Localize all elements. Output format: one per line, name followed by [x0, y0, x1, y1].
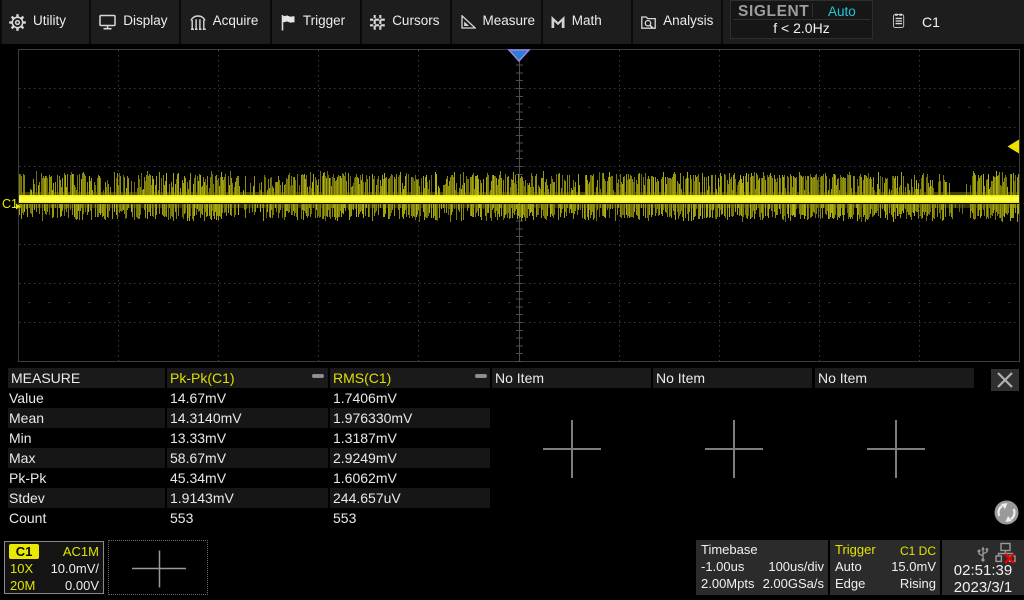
- svg-text:C1: C1: [2, 197, 18, 211]
